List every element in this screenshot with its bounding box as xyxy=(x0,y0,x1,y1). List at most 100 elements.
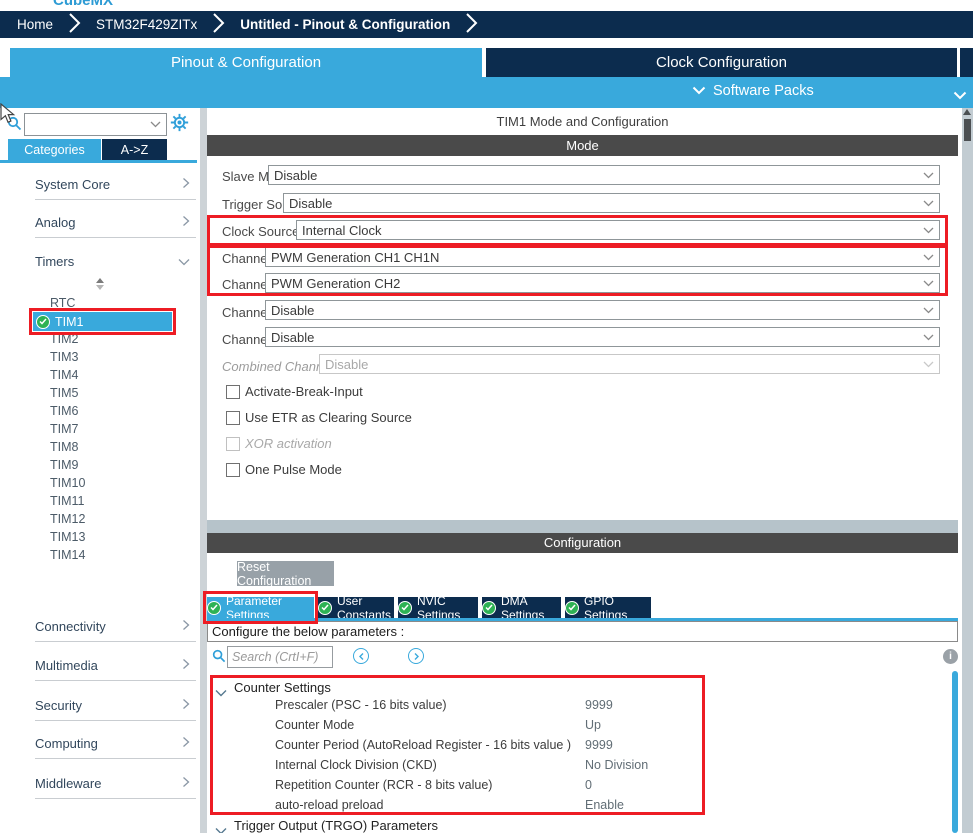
clock-source-select[interactable]: Internal Clock xyxy=(296,220,940,240)
info-icon[interactable]: i xyxy=(943,649,958,664)
reset-configuration-button[interactable]: Reset Configuration xyxy=(237,561,334,586)
list-item-tim14[interactable]: TIM14 xyxy=(50,546,85,564)
one-pulse-mode-checkbox[interactable] xyxy=(226,463,240,477)
tab-nvic-settings[interactable]: NVIC Settings xyxy=(398,597,478,618)
list-item-tim13[interactable]: TIM13 xyxy=(50,528,85,546)
chevron-right-icon xyxy=(182,658,190,673)
scroll-up-arrow[interactable] xyxy=(963,109,971,115)
param-value[interactable]: Up xyxy=(585,718,601,732)
tab-dma-settings[interactable]: DMA Settings xyxy=(482,597,561,618)
sidebar-item-label: Computing xyxy=(35,736,98,751)
window-scrollbar-thumb[interactable] xyxy=(964,119,971,141)
panel-title: TIM1 Mode and Configuration xyxy=(207,108,958,135)
check-circle-icon xyxy=(482,601,496,615)
sidebar-item-label: Timers xyxy=(35,254,74,269)
list-item-tim9[interactable]: TIM9 xyxy=(50,456,78,474)
param-label: auto-reload preload xyxy=(275,798,383,812)
tab-user-constants[interactable]: User Constants xyxy=(318,597,394,618)
tab-clock-configuration[interactable]: Clock Configuration xyxy=(486,48,957,77)
breadcrumb-project[interactable]: Untitled - Pinout & Configuration xyxy=(240,17,450,32)
sidebar-item-security[interactable]: Security xyxy=(35,691,196,721)
software-packs-toggle[interactable]: Software Packs xyxy=(692,83,814,99)
select-value: PWM Generation CH1 CH1N xyxy=(271,250,439,265)
param-label: Prescaler (PSC - 16 bits value) xyxy=(275,698,447,712)
activate-break-input-checkbox[interactable] xyxy=(226,385,240,399)
sidebar-divider xyxy=(200,108,207,833)
peripherals-sidebar: Categories A->Z System Core Analog Timer… xyxy=(0,108,200,833)
sidebar-item-connectivity[interactable]: Connectivity xyxy=(35,612,196,642)
sort-spinner-icon[interactable] xyxy=(96,278,104,290)
chevron-down-icon[interactable] xyxy=(215,684,227,702)
slave-mode-select[interactable]: Disable xyxy=(268,165,940,185)
chevron-down-icon[interactable] xyxy=(953,87,967,105)
panel-gap xyxy=(207,520,958,533)
combined-channels-select: Disable xyxy=(319,354,940,374)
list-item-tim10[interactable]: TIM10 xyxy=(50,474,85,492)
list-item-tim5[interactable]: TIM5 xyxy=(50,384,78,402)
configure-hint: Configure the below parameters : xyxy=(207,621,958,642)
sidebar-filter-combobox[interactable] xyxy=(24,113,167,136)
channel3-select[interactable]: Disable xyxy=(265,300,940,320)
param-value[interactable]: 9999 xyxy=(585,738,613,752)
channel2-select[interactable]: PWM Generation CH2 xyxy=(265,273,940,293)
sidebar-item-system-core[interactable]: System Core xyxy=(35,170,196,200)
param-value[interactable]: 9999 xyxy=(585,698,613,712)
group-trigger-output[interactable]: Trigger Output (TRGO) Parameters xyxy=(234,818,438,833)
sidebar-item-multimedia[interactable]: Multimedia xyxy=(35,651,196,681)
param-search-input[interactable] xyxy=(227,646,333,668)
chevron-down-icon[interactable] xyxy=(215,822,227,833)
chevron-down-icon xyxy=(178,254,190,269)
param-value[interactable]: Enable xyxy=(585,798,624,812)
software-packs-label: Software Packs xyxy=(713,83,814,99)
list-item-rtc[interactable]: RTC xyxy=(50,294,75,312)
sidebar-item-middleware[interactable]: Middleware xyxy=(35,769,196,799)
param-label: Internal Clock Division (CKD) xyxy=(275,758,437,772)
list-item-tim1-selected[interactable]: TIM1 xyxy=(33,312,172,331)
xor-activation-label: XOR activation xyxy=(245,436,332,451)
search-icon xyxy=(7,116,22,136)
list-item-tim11[interactable]: TIM11 xyxy=(50,492,85,510)
param-value[interactable]: 0 xyxy=(585,778,592,792)
sidebar-tab-az[interactable]: A->Z xyxy=(102,139,167,160)
channel1-select[interactable]: PWM Generation CH1 CH1N xyxy=(265,247,940,267)
list-item-tim3[interactable]: TIM3 xyxy=(50,348,78,366)
use-etr-clearing-checkbox[interactable] xyxy=(226,411,240,425)
sidebar-tab-categories[interactable]: Categories xyxy=(8,139,101,160)
list-item-tim7[interactable]: TIM7 xyxy=(50,420,78,438)
tab-next-partial[interactable] xyxy=(960,48,973,77)
sidebar-item-label: System Core xyxy=(35,177,110,192)
param-list-scrollbar[interactable] xyxy=(952,671,958,833)
select-value: Disable xyxy=(274,168,317,183)
channel4-select[interactable]: Disable xyxy=(265,327,940,347)
breadcrumb-home[interactable]: Home xyxy=(17,17,53,32)
logo-strip: CubeMX xyxy=(0,0,973,11)
param-label: Counter Period (AutoReload Register - 16… xyxy=(275,738,571,752)
prev-match-button[interactable] xyxy=(353,648,369,664)
param-value[interactable]: No Division xyxy=(585,758,648,772)
window-scrollbar-track[interactable] xyxy=(962,108,973,833)
chevron-right-icon xyxy=(212,12,225,37)
configuration-section-header: Configuration xyxy=(207,533,958,553)
tab-pinout-configuration[interactable]: Pinout & Configuration xyxy=(10,48,482,77)
sidebar-tab-underline xyxy=(0,160,197,163)
sidebar-item-label: Connectivity xyxy=(35,619,106,634)
sidebar-item-computing[interactable]: Computing xyxy=(35,729,196,759)
list-item-tim4[interactable]: TIM4 xyxy=(50,366,78,384)
next-match-button[interactable] xyxy=(408,648,424,664)
sidebar-item-analog[interactable]: Analog xyxy=(35,208,196,238)
chevron-right-icon xyxy=(465,12,478,37)
sidebar-item-timers[interactable]: Timers xyxy=(35,246,196,276)
check-circle-icon xyxy=(318,601,332,615)
list-item-tim8[interactable]: TIM8 xyxy=(50,438,78,456)
trigger-source-select[interactable]: Disable xyxy=(283,193,940,213)
tab-gpio-settings[interactable]: GPIO Settings xyxy=(565,597,651,618)
tab-parameter-settings[interactable]: Parameter Settings xyxy=(207,597,314,618)
check-circle-icon xyxy=(36,315,50,329)
group-counter-settings[interactable]: Counter Settings xyxy=(234,680,331,695)
list-item-tim12[interactable]: TIM12 xyxy=(50,510,85,528)
list-item-tim2[interactable]: TIM2 xyxy=(50,330,78,348)
list-item-tim6[interactable]: TIM6 xyxy=(50,402,78,420)
sidebar-item-label: Analog xyxy=(35,215,75,230)
breadcrumb-mcu[interactable]: STM32F429ZITx xyxy=(96,17,197,32)
gear-icon[interactable] xyxy=(170,113,189,137)
